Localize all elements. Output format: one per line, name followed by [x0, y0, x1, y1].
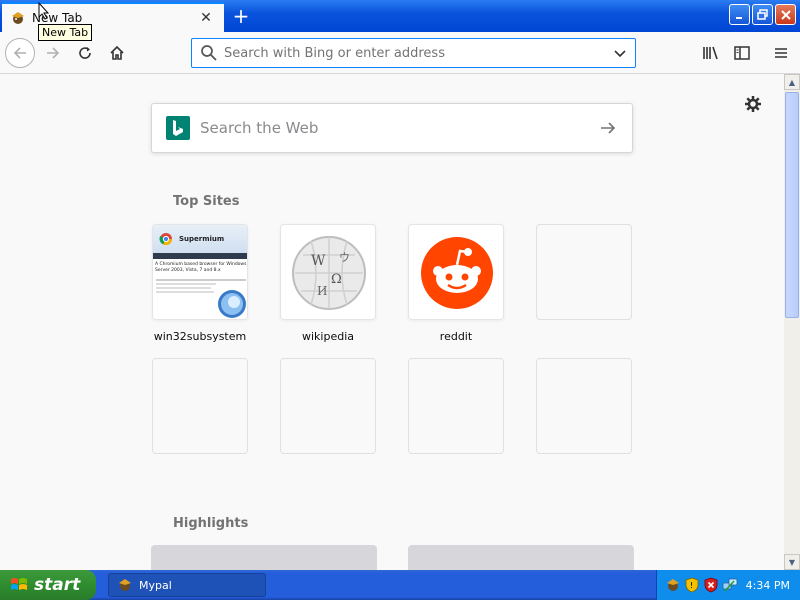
tab-tooltip: New Tab — [38, 24, 93, 41]
vertical-scrollbar[interactable]: ▲ ▼ — [784, 74, 800, 570]
top-site-tile-reddit[interactable] — [408, 224, 504, 320]
highlights-heading: Highlights — [173, 516, 249, 531]
empty-top-site-tile[interactable] — [536, 224, 632, 320]
windows-flag-icon — [10, 576, 28, 594]
mouse-cursor-icon — [38, 1, 50, 23]
top-site-tile-win32subsystem[interactable]: Supermium A Chromium based browser for W… — [152, 224, 248, 320]
forward-arrow-icon — [47, 47, 60, 59]
top-sites-heading: Top Sites — [173, 194, 240, 209]
gear-icon[interactable] — [743, 94, 763, 114]
restore-button[interactable] — [752, 4, 773, 25]
scroll-down-button[interactable]: ▼ — [784, 554, 800, 570]
svg-text:И: И — [317, 284, 327, 298]
wikipedia-globe-icon: W Ω И ウ — [292, 236, 366, 310]
back-arrow-icon — [13, 47, 26, 59]
minimize-button[interactable] — [729, 4, 750, 25]
forward-button[interactable] — [38, 38, 68, 68]
clock: 4:34 PM — [745, 578, 790, 592]
highlight-card[interactable] — [408, 545, 634, 570]
svg-text:!: ! — [690, 581, 693, 590]
close-window-button[interactable] — [775, 4, 796, 25]
alert-shield-icon[interactable] — [703, 577, 719, 593]
scroll-up-button[interactable]: ▲ — [784, 74, 800, 90]
start-button[interactable]: start — [0, 570, 96, 600]
library-button[interactable] — [696, 38, 726, 68]
home-icon — [110, 45, 124, 60]
supermium-orb-icon — [218, 290, 246, 318]
top-site-label: win32subsystem — [153, 330, 247, 343]
taskbar-item-mypal[interactable]: Mypal — [108, 573, 266, 597]
title-bar: New Tab ✕ + — [0, 0, 800, 32]
home-button[interactable] — [102, 38, 132, 68]
mypal-favicon-icon — [10, 10, 26, 26]
start-label: start — [34, 575, 81, 595]
address-input[interactable] — [224, 45, 613, 61]
sidebar-button[interactable] — [727, 38, 757, 68]
empty-top-site-tile[interactable] — [152, 358, 248, 454]
scrollbar-thumb[interactable] — [785, 92, 799, 318]
svg-text:Ω: Ω — [331, 272, 342, 287]
search-icon — [200, 44, 218, 62]
top-site-tile-wikipedia[interactable]: W Ω И ウ — [280, 224, 376, 320]
menu-button[interactable] — [766, 38, 796, 68]
system-tray: ! 4:34 PM — [656, 570, 800, 600]
back-button[interactable] — [5, 38, 35, 68]
reload-button[interactable] — [70, 38, 100, 68]
chevron-down-icon[interactable] — [613, 46, 627, 60]
new-tab-button[interactable]: + — [228, 4, 254, 28]
empty-top-site-tile[interactable] — [280, 358, 376, 454]
web-search-box[interactable] — [151, 103, 633, 153]
svg-text:W: W — [311, 253, 326, 269]
empty-top-site-tile[interactable] — [536, 358, 632, 454]
chromium-logo-icon — [159, 233, 172, 246]
tab-title: New Tab — [32, 11, 83, 25]
navigation-toolbar — [0, 32, 800, 74]
bing-logo-icon — [166, 116, 190, 140]
tab-new-tab[interactable]: New Tab ✕ — [2, 2, 224, 32]
hamburger-menu-icon — [775, 48, 787, 58]
tab-close-icon[interactable]: ✕ — [196, 8, 216, 28]
reddit-alien-icon — [421, 237, 493, 309]
svg-text:ウ: ウ — [339, 251, 350, 264]
tray-app-icon[interactable] — [665, 577, 681, 593]
arrow-right-icon[interactable] — [598, 118, 618, 138]
reload-icon — [79, 47, 91, 59]
empty-top-site-tile[interactable] — [408, 358, 504, 454]
sidebar-icon — [734, 46, 750, 60]
supermium-screenshot-thumbnail: Supermium A Chromium based browser for W… — [153, 225, 247, 319]
network-icon[interactable] — [722, 577, 738, 593]
address-bar[interactable] — [191, 38, 636, 68]
top-site-label: reddit — [439, 330, 473, 343]
taskbar: start Mypal ! 4:34 PM — [0, 570, 800, 600]
security-shield-icon[interactable]: ! — [684, 577, 700, 593]
web-search-input[interactable] — [200, 119, 598, 137]
top-site-label: wikipedia — [301, 330, 354, 343]
highlight-card[interactable] — [151, 545, 377, 570]
taskbar-item-label: Mypal — [139, 578, 172, 592]
thumbnail-site-name: Supermium — [179, 235, 225, 243]
library-icon — [703, 46, 718, 60]
mypal-app-icon — [117, 577, 133, 593]
new-tab-page: Top Sites Supermium A Chromium based bro… — [0, 74, 784, 570]
thumbnail-headline: A Chromium based browser for Windows Ser… — [155, 262, 247, 273]
